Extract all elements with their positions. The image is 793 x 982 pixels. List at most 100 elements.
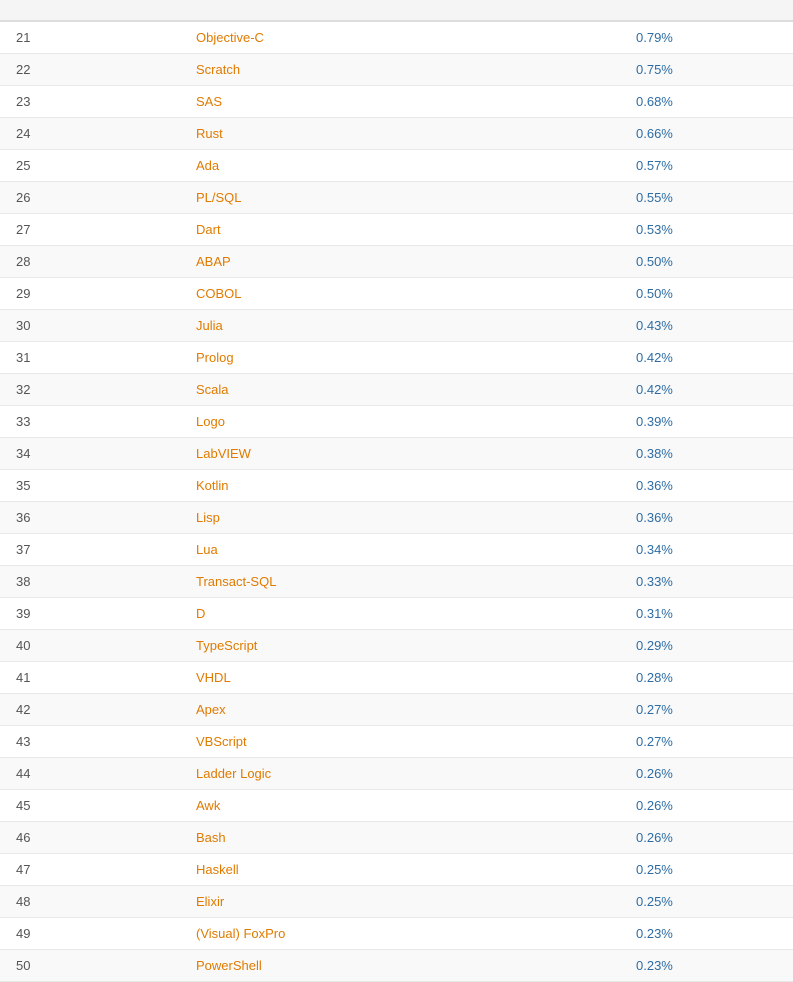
table-row: 38Transact-SQL0.33% (0, 566, 793, 598)
cell-rating: 0.42% (620, 342, 793, 374)
cell-position: 33 (0, 406, 180, 438)
cell-rating: 0.28% (620, 662, 793, 694)
cell-language: Transact-SQL (180, 566, 620, 598)
cell-position: 31 (0, 342, 180, 374)
cell-language: (Visual) FoxPro (180, 918, 620, 950)
rankings-table: 21Objective-C0.79%22Scratch0.75%23SAS0.6… (0, 0, 793, 982)
cell-position: 38 (0, 566, 180, 598)
cell-position: 47 (0, 854, 180, 886)
table-row: 30Julia0.43% (0, 310, 793, 342)
cell-position: 44 (0, 758, 180, 790)
cell-rating: 0.34% (620, 534, 793, 566)
cell-position: 23 (0, 86, 180, 118)
table-row: 26PL/SQL0.55% (0, 182, 793, 214)
table-row: 40TypeScript0.29% (0, 630, 793, 662)
cell-language: LabVIEW (180, 438, 620, 470)
table-row: 44Ladder Logic0.26% (0, 758, 793, 790)
cell-rating: 0.31% (620, 598, 793, 630)
table-row: 22Scratch0.75% (0, 54, 793, 86)
table-row: 23SAS0.68% (0, 86, 793, 118)
cell-language: VBScript (180, 726, 620, 758)
table-row: 28ABAP0.50% (0, 246, 793, 278)
cell-language: VHDL (180, 662, 620, 694)
table-row: 31Prolog0.42% (0, 342, 793, 374)
cell-rating: 0.39% (620, 406, 793, 438)
cell-rating: 0.75% (620, 54, 793, 86)
cell-rating: 0.57% (620, 150, 793, 182)
cell-language: Lisp (180, 502, 620, 534)
cell-position: 49 (0, 918, 180, 950)
table-row: 41VHDL0.28% (0, 662, 793, 694)
table-row: 42Apex0.27% (0, 694, 793, 726)
table-row: 49(Visual) FoxPro0.23% (0, 918, 793, 950)
cell-position: 24 (0, 118, 180, 150)
cell-language: TypeScript (180, 630, 620, 662)
table-row: 33Logo0.39% (0, 406, 793, 438)
cell-rating: 0.66% (620, 118, 793, 150)
cell-rating: 0.68% (620, 86, 793, 118)
table-row: 29COBOL0.50% (0, 278, 793, 310)
cell-rating: 0.29% (620, 630, 793, 662)
table-row: 36Lisp0.36% (0, 502, 793, 534)
cell-position: 26 (0, 182, 180, 214)
cell-language: Ladder Logic (180, 758, 620, 790)
cell-rating: 0.23% (620, 918, 793, 950)
cell-language: Rust (180, 118, 620, 150)
cell-position: 43 (0, 726, 180, 758)
cell-position: 21 (0, 21, 180, 54)
table-row: 37Lua0.34% (0, 534, 793, 566)
cell-language: D (180, 598, 620, 630)
cell-position: 36 (0, 502, 180, 534)
cell-rating: 0.43% (620, 310, 793, 342)
cell-rating: 0.26% (620, 790, 793, 822)
table-row: 39D0.31% (0, 598, 793, 630)
cell-position: 40 (0, 630, 180, 662)
cell-position: 46 (0, 822, 180, 854)
table-row: 43VBScript0.27% (0, 726, 793, 758)
cell-language: Apex (180, 694, 620, 726)
cell-language: Bash (180, 822, 620, 854)
cell-position: 27 (0, 214, 180, 246)
cell-position: 30 (0, 310, 180, 342)
cell-language: Elixir (180, 886, 620, 918)
cell-rating: 0.26% (620, 822, 793, 854)
table-row: 24Rust0.66% (0, 118, 793, 150)
cell-rating: 0.53% (620, 214, 793, 246)
cell-rating: 0.33% (620, 566, 793, 598)
cell-position: 37 (0, 534, 180, 566)
cell-rating: 0.25% (620, 854, 793, 886)
table-header-row (0, 0, 793, 21)
table-row: 25Ada0.57% (0, 150, 793, 182)
cell-language: Scratch (180, 54, 620, 86)
table-row: 21Objective-C0.79% (0, 21, 793, 54)
cell-rating: 0.38% (620, 438, 793, 470)
header-language (180, 0, 620, 21)
table-row: 34LabVIEW0.38% (0, 438, 793, 470)
cell-rating: 0.79% (620, 21, 793, 54)
cell-rating: 0.50% (620, 246, 793, 278)
cell-language: Scala (180, 374, 620, 406)
cell-rating: 0.36% (620, 470, 793, 502)
table-row: 32Scala0.42% (0, 374, 793, 406)
cell-position: 34 (0, 438, 180, 470)
cell-language: Prolog (180, 342, 620, 374)
cell-position: 42 (0, 694, 180, 726)
cell-language: Ada (180, 150, 620, 182)
cell-rating: 0.42% (620, 374, 793, 406)
cell-language: PL/SQL (180, 182, 620, 214)
table-container: 21Objective-C0.79%22Scratch0.75%23SAS0.6… (0, 0, 793, 982)
cell-position: 48 (0, 886, 180, 918)
cell-language: Awk (180, 790, 620, 822)
cell-position: 25 (0, 150, 180, 182)
header-ratings (620, 0, 793, 21)
cell-position: 39 (0, 598, 180, 630)
cell-position: 41 (0, 662, 180, 694)
table-row: 46Bash0.26% (0, 822, 793, 854)
cell-language: ABAP (180, 246, 620, 278)
cell-rating: 0.55% (620, 182, 793, 214)
cell-rating: 0.23% (620, 950, 793, 982)
cell-position: 50 (0, 950, 180, 982)
table-row: 27Dart0.53% (0, 214, 793, 246)
table-row: 47Haskell0.25% (0, 854, 793, 886)
cell-rating: 0.26% (620, 758, 793, 790)
